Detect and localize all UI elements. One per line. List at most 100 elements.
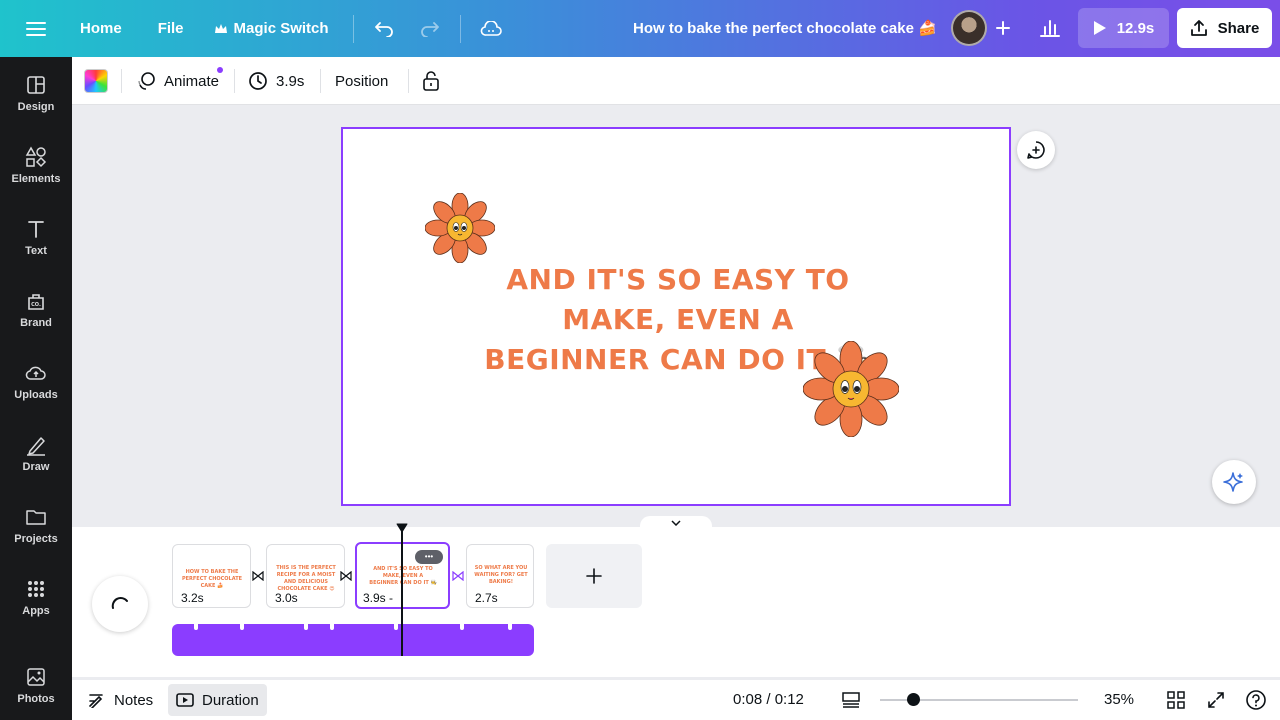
sidebar-item-label: Text [25, 244, 47, 257]
sidebar: Design Elements Text CO. Brand Uploads D… [0, 57, 72, 720]
sidebar-item-label: Uploads [14, 388, 58, 401]
avatar[interactable] [951, 10, 987, 46]
transition-icon [340, 571, 352, 581]
divider [459, 14, 461, 43]
fullscreen-button[interactable] [1204, 688, 1228, 712]
redo-button[interactable] [414, 13, 446, 45]
upload-icon [1190, 20, 1207, 36]
pen-icon [27, 436, 45, 456]
undo-button[interactable] [368, 13, 400, 45]
page-preview-text: AND IT'S SO EASY TO MAKE, EVEN A BEGINNE… [369, 566, 437, 586]
page-duration: 3.2s [181, 591, 204, 605]
design-canvas[interactable]: AND IT'S SO EASY TO MAKE, EVEN A BEGINNE… [341, 127, 1011, 506]
clock-icon [249, 72, 267, 90]
transition-icon [252, 571, 264, 581]
page-preview-text: SO WHAT ARE YOU WAITING FOR? GET BAKING! [474, 565, 528, 585]
slide-text-line: AND IT'S SO EASY TO [506, 263, 850, 296]
text-icon [28, 220, 44, 238]
sidebar-item-elements[interactable]: Elements [0, 133, 72, 197]
track-marker [240, 624, 244, 630]
track-marker [330, 624, 334, 630]
page-thumbnail-2[interactable]: THIS IS THE PERFECT RECIPE FOR A MOIST A… [266, 544, 345, 608]
sidebar-item-label: Brand [20, 316, 52, 329]
duration-label: Duration [202, 691, 259, 709]
design-title[interactable]: How to bake the perfect chocolate cake 🍰 [633, 19, 937, 37]
sidebar-item-apps[interactable]: Apps [0, 565, 72, 629]
sparkle-icon [1223, 472, 1243, 492]
slide-text-line: MAKE, EVEN A [562, 303, 794, 336]
page-view-icon [842, 692, 860, 708]
page-view-button[interactable] [839, 688, 863, 712]
insights-button[interactable] [1032, 11, 1068, 45]
animate-label: Animate [164, 72, 220, 90]
flower-sticker-large[interactable] [803, 341, 899, 437]
timing-button[interactable]: 3.9s [248, 69, 304, 93]
color-picker-button[interactable] [84, 69, 108, 93]
add-comment-button[interactable] [1017, 131, 1055, 169]
page-thumbnail-1[interactable]: HOW TO BAKE THE PERFECT CHOCOLATE CAKE 🍰… [172, 544, 251, 608]
playhead-handle[interactable] [396, 523, 408, 533]
sidebar-item-brand[interactable]: CO. Brand [0, 277, 72, 341]
sidebar-item-uploads[interactable]: Uploads [0, 349, 72, 413]
sidebar-item-projects[interactable]: Projects [0, 493, 72, 557]
cloud-icon [480, 20, 502, 36]
playhead[interactable] [401, 528, 403, 656]
lock-icon [423, 71, 439, 91]
lock-button[interactable] [422, 69, 440, 93]
new-badge [217, 67, 223, 73]
page-thumbnail-4[interactable]: SO WHAT ARE YOU WAITING FOR? GET BAKING!… [466, 544, 534, 608]
transition-button[interactable] [251, 569, 265, 583]
notes-button[interactable]: Notes [80, 684, 161, 716]
magic-assistant-button[interactable] [1212, 460, 1256, 504]
sidebar-item-label: Elements [11, 172, 61, 185]
plus-icon [996, 21, 1010, 35]
zoom-value[interactable]: 35% [1104, 691, 1134, 708]
spinner-icon [111, 597, 128, 609]
zoom-slider-handle[interactable] [907, 693, 920, 706]
cloud-save-button[interactable] [475, 13, 507, 45]
comment-icon [1027, 141, 1045, 159]
help-icon [1246, 690, 1266, 710]
track-marker [194, 624, 198, 630]
magic-switch-button[interactable]: Magic Switch [214, 20, 329, 37]
position-button[interactable]: Position [335, 69, 388, 93]
play-icon [1093, 21, 1106, 35]
slide-text-box[interactable]: AND IT'S SO EASY TO MAKE, EVEN A BEGINNE… [343, 260, 1013, 380]
animate-button[interactable]: Animate [136, 69, 219, 93]
chevron-down-icon [671, 520, 681, 526]
expand-icon [1208, 692, 1224, 708]
flower-sticker-small[interactable] [425, 193, 495, 263]
transition-icon [452, 571, 464, 581]
play-button[interactable]: 12.9s [1078, 8, 1169, 48]
file-menu[interactable]: File [158, 20, 184, 37]
page-duration: 2.7s [475, 591, 498, 605]
transition-button[interactable] [339, 569, 353, 583]
help-button[interactable] [1244, 688, 1268, 712]
menu-button[interactable] [0, 0, 72, 57]
sidebar-item-design[interactable]: Design [0, 61, 72, 125]
invite-button[interactable] [987, 12, 1019, 44]
redo-icon [420, 21, 439, 37]
page-more-button[interactable]: ••• [415, 550, 443, 564]
timing-label: 3.9s [276, 72, 305, 90]
duration-button[interactable]: Duration [168, 684, 267, 716]
sidebar-item-photos[interactable]: Photos [0, 653, 72, 717]
page-preview-text: THIS IS THE PERFECT RECIPE FOR A MOIST A… [276, 565, 336, 592]
grid-icon [28, 580, 44, 597]
home-link[interactable]: Home [80, 20, 122, 37]
notes-label: Notes [114, 691, 154, 709]
cloud-upload-icon [25, 366, 46, 380]
transition-button[interactable] [451, 569, 465, 583]
animate-icon [138, 72, 155, 90]
slide-text-line: BEGINNER CAN DO IT 🧑‍🍳 [484, 343, 872, 376]
audio-track[interactable] [172, 624, 534, 656]
share-button[interactable]: Share [1177, 8, 1272, 48]
grid-view-button[interactable] [1164, 688, 1188, 712]
add-page-button[interactable] [546, 544, 642, 608]
share-label: Share [1217, 19, 1260, 37]
shapes-icon [25, 145, 47, 167]
layout-icon [27, 75, 45, 94]
play-duration: 12.9s [1116, 19, 1155, 37]
sidebar-item-draw[interactable]: Draw [0, 421, 72, 485]
sidebar-item-text[interactable]: Text [0, 205, 72, 269]
